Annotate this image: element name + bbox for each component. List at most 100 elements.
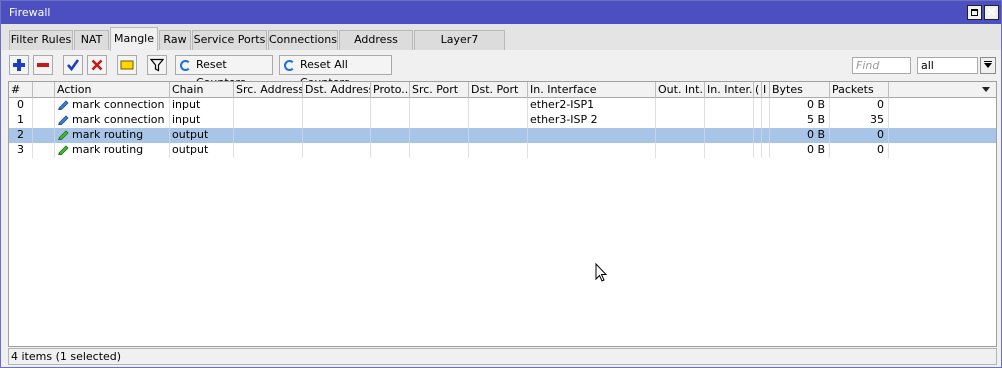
row-index: 0	[9, 98, 33, 113]
filter-button[interactable]	[147, 55, 167, 75]
row-bytes: 0 B	[770, 98, 830, 113]
col-src-port[interactable]: Src. Port	[410, 82, 469, 98]
row-src-address	[234, 128, 303, 143]
col-in-interface[interactable]: In. Interface	[528, 82, 656, 98]
row-packets: 0	[830, 98, 889, 113]
row-index: 2	[9, 128, 33, 143]
reset-icon	[180, 60, 191, 71]
row-narrow-1	[754, 113, 762, 128]
row-out-interface	[656, 128, 705, 143]
row-in-interface: ether3-ISP 2	[528, 113, 656, 128]
status-text: 4 items (1 selected)	[11, 350, 122, 363]
col-index[interactable]: #	[9, 82, 33, 98]
tab-nat[interactable]: NAT	[74, 30, 109, 50]
funnel-icon	[150, 58, 164, 72]
row-narrow-2	[762, 128, 770, 143]
row-flags	[33, 98, 55, 113]
filter-select[interactable]: all	[917, 57, 978, 74]
row-dst-port	[469, 98, 528, 113]
enable-button[interactable]	[63, 55, 83, 75]
row-chain: output	[170, 128, 234, 143]
remove-button[interactable]	[33, 55, 53, 75]
table-row[interactable]: 0 mark connection input ether2-ISP1 0 B …	[9, 98, 996, 113]
table-row[interactable]: 3 mark routing output 0 B 0	[9, 143, 996, 158]
disable-button[interactable]	[87, 55, 107, 75]
row-packets: 0	[830, 143, 889, 158]
row-out-interface	[656, 143, 705, 158]
row-src-address	[234, 113, 303, 128]
title-bar[interactable]: Firewall ×	[1, 1, 1001, 24]
status-bar: 4 items (1 selected)	[8, 348, 997, 365]
col-packets[interactable]: Packets	[830, 82, 889, 98]
row-flags	[33, 113, 55, 128]
row-protocol	[371, 98, 410, 113]
comment-button[interactable]	[117, 55, 137, 75]
row-index: 1	[9, 113, 33, 128]
row-dst-port	[469, 143, 528, 158]
row-protocol	[371, 143, 410, 158]
row-in-interface-list	[705, 143, 754, 158]
row-flags	[33, 143, 55, 158]
tab-mangle[interactable]: Mangle	[110, 27, 158, 51]
row-in-interface-list	[705, 98, 754, 113]
tab-filter-rules[interactable]: Filter Rules	[9, 30, 73, 50]
col-flags[interactable]	[33, 82, 55, 98]
restore-button[interactable]	[967, 5, 982, 20]
dropdown-bar-icon	[984, 61, 992, 62]
row-src-port	[410, 113, 469, 128]
row-narrow-2	[762, 113, 770, 128]
plus-icon	[13, 59, 25, 71]
col-narrow-2[interactable]: I	[762, 82, 770, 98]
reset-counters-button[interactable]: Reset Counters	[175, 55, 273, 89]
tab-connections[interactable]: Connections	[268, 30, 338, 50]
tab-service-ports[interactable]: Service Ports	[192, 30, 267, 50]
column-menu-chevron-down-icon[interactable]	[982, 87, 990, 92]
row-in-interface	[528, 128, 656, 143]
col-dst-address[interactable]: Dst. Address	[303, 82, 371, 98]
tab-layer7-protocols[interactable]: Layer7 Protocols	[414, 30, 505, 64]
table-row-selected[interactable]: 2 mark routing output 0 B 0	[9, 128, 996, 143]
row-flags	[33, 128, 55, 143]
tab-raw[interactable]: Raw	[159, 30, 191, 50]
col-out-interface[interactable]: Out. Int...	[656, 82, 705, 98]
col-src-address[interactable]: Src. Address	[234, 82, 303, 98]
chevron-down-icon	[984, 63, 992, 68]
row-src-port	[410, 98, 469, 113]
col-narrow-1[interactable]: (	[754, 82, 762, 98]
col-in-interface-list[interactable]: In. Inter...	[705, 82, 754, 98]
row-action-label: mark connection	[72, 98, 165, 111]
row-dst-address	[303, 128, 371, 143]
tab-bar: Filter Rules NAT Mangle Raw Service Port…	[1, 24, 1001, 64]
col-bytes[interactable]: Bytes	[770, 82, 830, 98]
row-dst-port	[469, 113, 528, 128]
close-button[interactable]: ×	[984, 5, 999, 20]
find-input[interactable]: Find	[852, 57, 911, 74]
row-bytes: 0 B	[770, 128, 830, 143]
add-button[interactable]	[9, 55, 29, 75]
row-dst-address	[303, 98, 371, 113]
reset-all-counters-button[interactable]: Reset All Counters	[279, 55, 392, 89]
table-row[interactable]: 1 mark connection input ether3-ISP 2 5 B…	[9, 113, 996, 128]
row-src-port	[410, 128, 469, 143]
row-action: mark connection	[55, 113, 170, 128]
filter-dropdown-button[interactable]	[980, 57, 996, 74]
row-packets: 35	[830, 113, 889, 128]
tab-address-lists[interactable]: Address Lists	[339, 30, 413, 64]
col-protocol[interactable]: Proto...	[371, 82, 410, 98]
row-action: mark connection	[55, 98, 170, 113]
row-src-address	[234, 143, 303, 158]
row-out-interface	[656, 113, 705, 128]
row-action-label: mark connection	[72, 113, 165, 126]
row-action-label: mark routing	[72, 128, 144, 141]
col-chain[interactable]: Chain	[170, 82, 234, 98]
row-out-interface	[656, 98, 705, 113]
row-dst-address	[303, 143, 371, 158]
pencil-green-icon	[58, 145, 69, 155]
restore-icon	[971, 9, 978, 16]
row-in-interface	[528, 143, 656, 158]
pencil-green-icon	[58, 130, 69, 140]
firewall-window: Firewall × Filter Rules NAT Mangle Raw S…	[0, 0, 1002, 368]
col-dst-port[interactable]: Dst. Port	[469, 82, 528, 98]
minus-icon	[37, 63, 49, 67]
col-action[interactable]: Action	[55, 82, 170, 98]
